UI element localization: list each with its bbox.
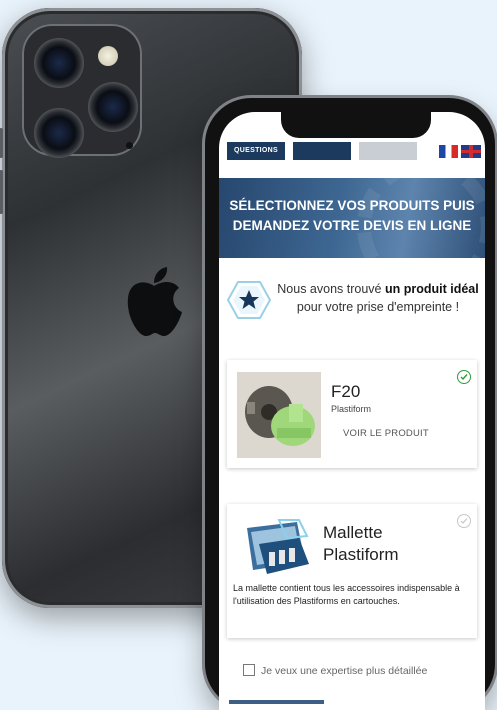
camera-lens-icon [34,38,84,88]
hero-banner: SÉLECTIONNEZ VOS PRODUITS PUIS DEMANDEZ … [219,158,485,296]
flash-icon [98,46,118,66]
notch [281,112,431,138]
result-text-bold: un produit idéal [384,282,479,296]
result-text-after: pour votre prise d'empreinte ! [296,300,460,314]
unselected-check-icon[interactable] [457,514,471,528]
front-phone: QUESTIONS SÉLECTIONNEZ VOS PRODUITS PUIS… [205,98,495,710]
product-subtitle: Plastiform [331,404,372,414]
kit-description: La mallette contient tous les accessoire… [233,583,460,606]
camera-lens-icon [88,82,138,132]
french-flag-icon[interactable] [439,145,458,158]
product-title: F20 [331,382,361,401]
language-switcher [439,145,481,158]
nav-questions-button[interactable]: QUESTIONS [227,142,285,160]
camera-lens-icon [34,108,84,158]
bottom-bar [229,700,324,704]
see-product-link[interactable]: VOIR LE PRODUIT [343,428,429,439]
result-message: Nous avons trouvé un produit idéal pour … [219,268,485,356]
side-button [0,170,3,214]
product-card[interactable]: F20 Plastiform VOIR LE PRODUIT [227,360,477,468]
microphone-icon [126,142,133,149]
selected-check-icon[interactable] [457,370,471,384]
nav-second-button[interactable] [293,142,351,160]
kit-card[interactable]: Mallette Plastiform La mallette contient… [227,504,477,638]
side-button [0,128,3,158]
uk-flag-icon[interactable] [461,145,481,158]
result-text-before: Nous avons trouvé [277,282,385,296]
kit-image [247,519,309,574]
camera-module [22,24,142,158]
phone-screen: QUESTIONS SÉLECTIONNEZ VOS PRODUITS PUIS… [219,112,485,710]
apple-logo-icon [127,267,182,336]
kit-title: Mallette Plastiform [323,523,399,564]
result-text: Nous avons trouvé un produit idéal pour … [275,280,481,316]
nav-third-button[interactable] [359,142,417,160]
expertise-label: Je veux une expertise plus détaillée [261,665,428,677]
expertise-checkbox[interactable] [243,664,255,676]
star-hexagon-icon [227,281,271,319]
expertise-option[interactable]: Je veux une expertise plus détaillée [243,664,427,677]
product-image [237,372,321,458]
